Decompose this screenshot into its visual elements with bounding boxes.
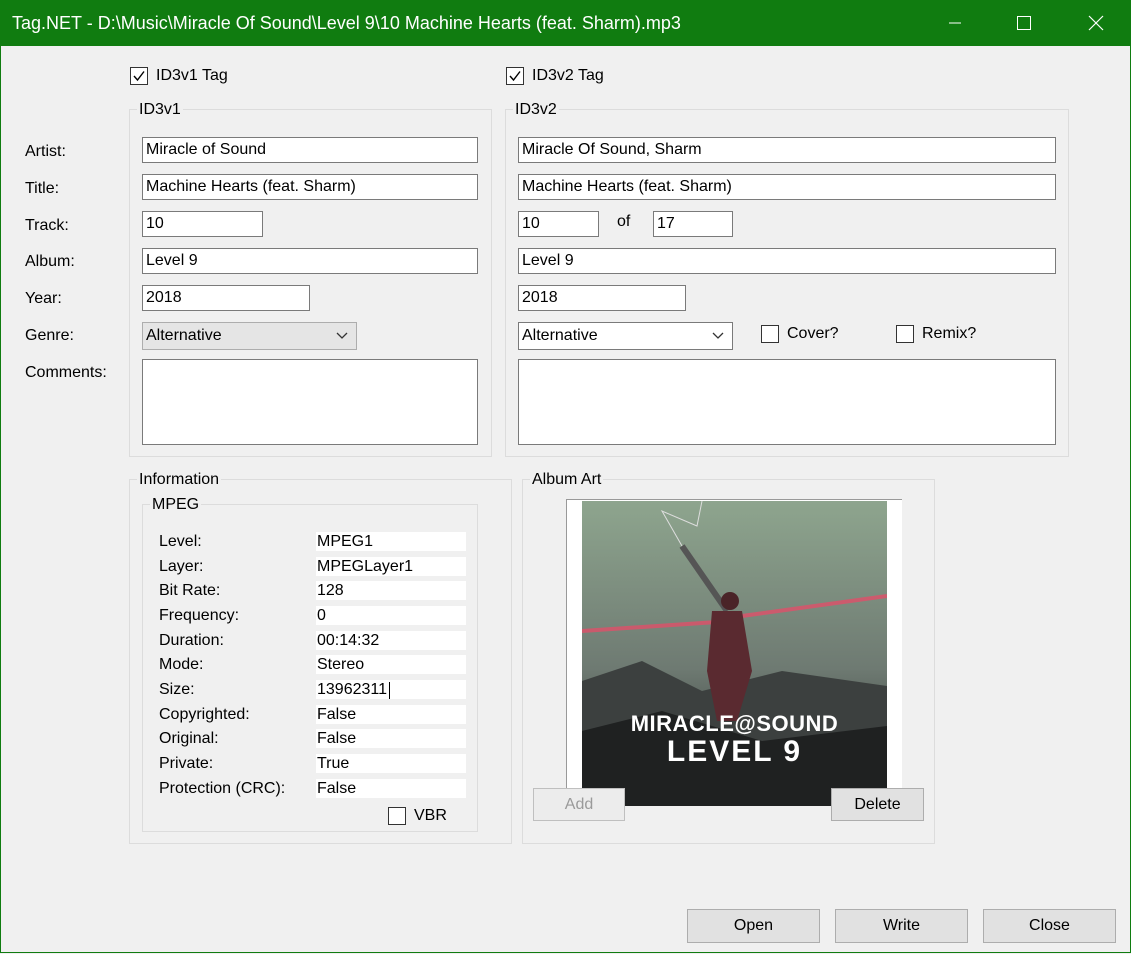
info-row-value: False xyxy=(316,729,466,748)
title-label: Title: xyxy=(25,180,60,197)
id3v1-title-input[interactable]: Machine Hearts (feat. Sharm) xyxy=(142,174,478,200)
title-bar: Tag.NET - D:\Music\Miracle Of Sound\Leve… xyxy=(0,0,1131,46)
info-row-value: 128 xyxy=(316,581,466,600)
minimize-icon xyxy=(949,22,961,24)
album-art-line2: LEVEL 9 xyxy=(666,735,803,768)
id3v1-year-input[interactable]: 2018 xyxy=(142,285,310,311)
info-row-value: 00:14:32 xyxy=(316,631,466,650)
id3v2-comments-input[interactable] xyxy=(518,359,1056,445)
id3v1-comments-input[interactable] xyxy=(142,359,478,445)
year-label: Year: xyxy=(25,290,62,307)
id3v1-track-input[interactable]: 10 xyxy=(142,211,263,237)
chevron-down-icon xyxy=(712,332,724,339)
info-row-value: MPEGLayer1 xyxy=(316,557,466,576)
id3v2-title-input[interactable]: Machine Hearts (feat. Sharm) xyxy=(518,174,1056,200)
id3v1-album-input[interactable]: Level 9 xyxy=(142,248,478,274)
info-row-label: Bit Rate: xyxy=(159,582,221,599)
info-row-label: Layer: xyxy=(159,558,204,575)
info-row-label: Frequency: xyxy=(159,607,240,624)
track-of-label: of xyxy=(617,213,631,230)
information-legend: Information xyxy=(137,471,222,489)
artist-label: Artist: xyxy=(25,143,66,160)
info-row-value: True xyxy=(316,754,466,773)
window-title: Tag.NET - D:\Music\Miracle Of Sound\Leve… xyxy=(12,13,681,33)
id3v2-year-input[interactable]: 2018 xyxy=(518,285,686,311)
info-row-label: Protection (CRC): xyxy=(159,780,286,797)
info-row-value: Stereo xyxy=(316,655,466,674)
info-row-value: 0 xyxy=(316,606,466,625)
album-art-image: MIRACLE@SOUND LEVEL 9 xyxy=(582,501,887,806)
vbr-label: VBR xyxy=(414,807,447,824)
id3v2-track-input[interactable]: 10 xyxy=(518,211,599,237)
close-icon xyxy=(1088,15,1104,31)
id3v2-album-input[interactable]: Level 9 xyxy=(518,248,1056,274)
genre-label: Genre: xyxy=(25,327,74,344)
info-row-value: MPEG1 xyxy=(316,532,466,551)
id3v2-artist-input[interactable]: Miracle Of Sound, Sharm xyxy=(518,137,1056,163)
open-button[interactable]: Open xyxy=(687,909,820,943)
id3v1-tag-checkbox[interactable] xyxy=(130,67,148,85)
id3v2-tag-checkbox[interactable] xyxy=(506,67,524,85)
info-row-label: Private: xyxy=(159,755,214,772)
remix-checkbox[interactable] xyxy=(896,325,914,343)
remix-label: Remix? xyxy=(922,325,977,342)
maximize-icon xyxy=(1017,16,1031,30)
add-art-button[interactable]: Add xyxy=(533,788,625,821)
info-row-label: Level: xyxy=(159,533,202,550)
info-row-value: 13962311 xyxy=(316,680,466,699)
cover-label: Cover? xyxy=(787,325,839,342)
maximize-button[interactable] xyxy=(1001,0,1047,46)
album-art-line1: MIRACLE@SOUND xyxy=(630,711,839,736)
track-label: Track: xyxy=(25,217,69,234)
chevron-down-icon xyxy=(336,332,348,339)
id3v1-genre-value: Alternative xyxy=(146,327,222,344)
vbr-checkbox[interactable] xyxy=(388,807,406,825)
info-row-value: False xyxy=(316,779,466,798)
mpeg-legend: MPEG xyxy=(150,496,202,514)
id3v2-track-total-input[interactable]: 17 xyxy=(653,211,733,237)
info-row-label: Copyrighted: xyxy=(159,706,250,723)
id3v1-artist-input[interactable]: Miracle of Sound xyxy=(142,137,478,163)
id3v2-genre-value: Alternative xyxy=(522,327,598,344)
checkmark-icon xyxy=(509,71,521,82)
text-cursor xyxy=(389,682,390,699)
write-button[interactable]: Write xyxy=(835,909,968,943)
id3v2-tag-label: ID3v2 Tag xyxy=(532,67,604,84)
cover-checkbox[interactable] xyxy=(761,325,779,343)
delete-art-button[interactable]: Delete xyxy=(831,788,924,821)
minimize-button[interactable] xyxy=(932,0,978,46)
album-art-legend: Album Art xyxy=(530,471,604,489)
album-label: Album: xyxy=(25,253,75,270)
id3v2-legend: ID3v2 xyxy=(513,101,559,119)
comments-label: Comments: xyxy=(25,364,107,381)
id3v1-legend: ID3v1 xyxy=(137,101,183,119)
info-row-label: Size: xyxy=(159,681,195,698)
info-row-label: Original: xyxy=(159,730,219,747)
id3v1-tag-label: ID3v1 Tag xyxy=(156,67,228,84)
info-row-label: Mode: xyxy=(159,656,204,673)
info-row-value: False xyxy=(316,705,466,724)
id3v1-genre-select[interactable]: Alternative xyxy=(142,322,357,350)
id3v2-genre-select[interactable]: Alternative xyxy=(518,322,733,350)
info-row-label: Duration: xyxy=(159,632,224,649)
checkmark-icon xyxy=(133,71,145,82)
close-button[interactable]: Close xyxy=(983,909,1116,943)
close-window-button[interactable] xyxy=(1073,0,1119,46)
